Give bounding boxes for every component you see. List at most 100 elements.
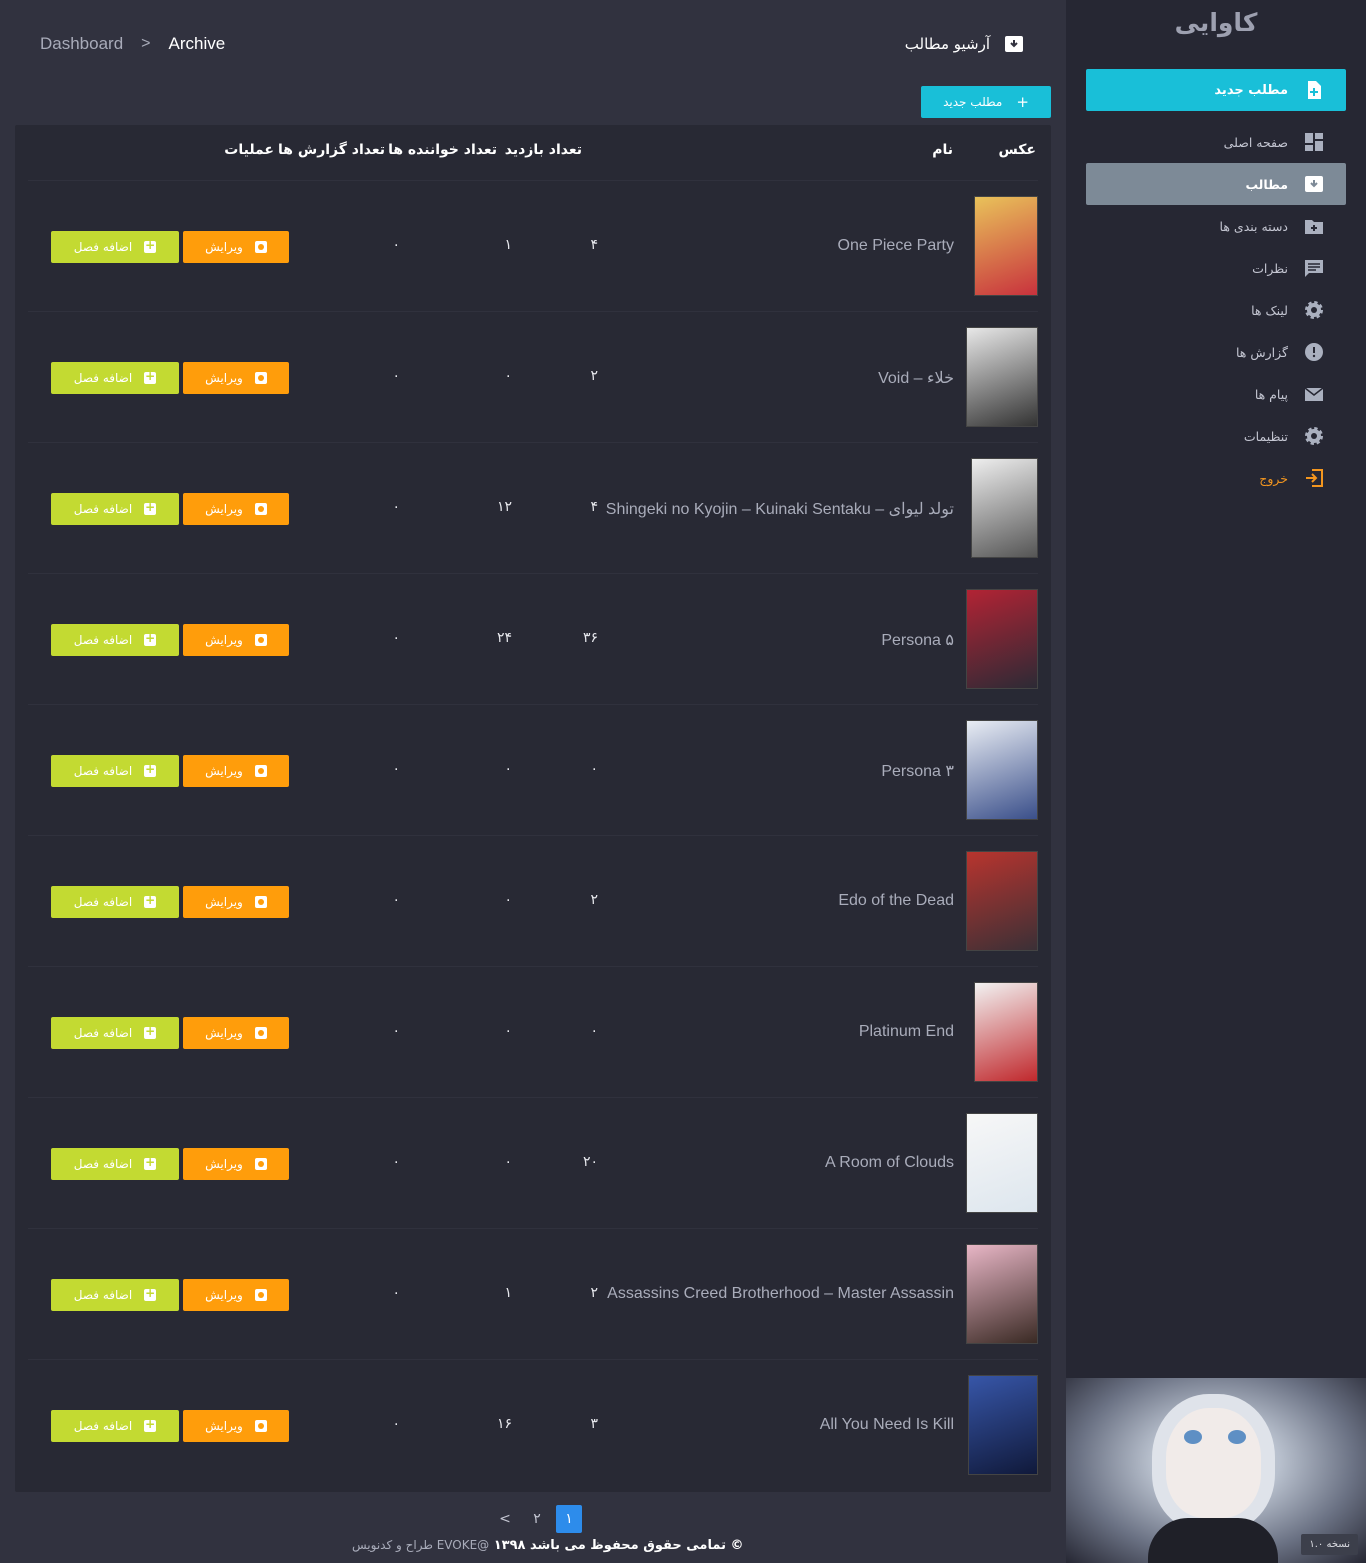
post-name[interactable]: Platinum End bbox=[859, 1023, 954, 1041]
pagination-page-2[interactable]: ۲ bbox=[524, 1505, 550, 1533]
sidebar-item-label: پیام ها bbox=[1254, 386, 1288, 402]
add-chapter-button[interactable]: اضافه فصل bbox=[51, 886, 179, 918]
add-chapter-button[interactable]: اضافه فصل bbox=[51, 624, 179, 656]
edit-button[interactable]: ویرایش bbox=[183, 1279, 289, 1311]
plus-box-icon bbox=[144, 893, 157, 908]
add-chapter-label: اضافه فصل bbox=[73, 502, 133, 516]
gear-icon bbox=[1305, 301, 1323, 319]
sidebar-item-home[interactable]: صفحه اصلی bbox=[1086, 121, 1346, 163]
sidebar-item-links[interactable]: لینک ها bbox=[1086, 289, 1346, 331]
views-count: ۴ bbox=[590, 237, 598, 253]
views-count: ۲ bbox=[590, 1285, 598, 1301]
edit-button[interactable]: ویرایش bbox=[183, 886, 289, 918]
post-name[interactable]: Shingeki no Kyojin – Kuinaki Sentaku – ت… bbox=[606, 499, 954, 519]
readers-count: ۰ bbox=[504, 1023, 512, 1039]
sidebar-item-label: صفحه اصلی bbox=[1223, 134, 1288, 150]
breadcrumb-dashboard-link[interactable]: Dashboard bbox=[40, 34, 123, 54]
sidebar-item-reports[interactable]: گزارش ها bbox=[1086, 331, 1346, 373]
illustration-body bbox=[1148, 1518, 1278, 1563]
post-name[interactable]: Assassins Creed Brotherhood – Master Ass… bbox=[607, 1285, 954, 1303]
add-chapter-button[interactable]: اضافه فصل bbox=[51, 755, 179, 787]
post-name[interactable]: Edo of the Dead bbox=[838, 892, 954, 910]
edit-button[interactable]: ویرایش bbox=[183, 362, 289, 394]
sidebar-item-settings[interactable]: تنظیمات bbox=[1086, 415, 1346, 457]
views-count: ۳۶ bbox=[582, 630, 598, 646]
add-chapter-button[interactable]: اضافه فصل bbox=[51, 493, 179, 525]
illustration-face bbox=[1166, 1408, 1261, 1518]
edit-button[interactable]: ویرایش bbox=[183, 493, 289, 525]
table-row: Persona ۵ ۳۶ ۲۴ ۰ ویرایش اضافه فصل bbox=[28, 573, 1038, 704]
edit-button-label: ویرایش bbox=[205, 1288, 243, 1302]
gear-icon bbox=[254, 1158, 267, 1170]
plus-box-icon bbox=[144, 1155, 157, 1170]
add-chapter-button[interactable]: اضافه فصل bbox=[51, 1279, 179, 1311]
add-chapter-label: اضافه فصل bbox=[73, 240, 133, 254]
cover-image bbox=[966, 327, 1038, 427]
pagination-next-button[interactable]: < bbox=[492, 1505, 518, 1533]
edit-button[interactable]: ویرایش bbox=[183, 624, 289, 656]
page-title-text: آرشیو مطالب bbox=[904, 35, 990, 53]
post-name[interactable]: Persona ۵ bbox=[881, 630, 954, 650]
add-chapter-label: اضافه فصل bbox=[73, 1157, 133, 1171]
gear-icon bbox=[254, 503, 267, 515]
sidebar-new-post-button[interactable]: مطلب جدید bbox=[1086, 69, 1346, 111]
sidebar-menu: صفحه اصلی مطالب دسته بندی ها نظرات لینک … bbox=[1086, 121, 1346, 499]
add-chapter-button[interactable]: اضافه فصل bbox=[51, 231, 179, 263]
footer-credit[interactable]: طراح و کدنویس EVOKE@ bbox=[352, 1538, 489, 1552]
table-row: One Piece Party ۴ ۱ ۰ ویرایش اضافه فصل bbox=[28, 180, 1038, 311]
add-chapter-label: اضافه فصل bbox=[73, 764, 133, 778]
add-chapter-button[interactable]: اضافه فصل bbox=[51, 1148, 179, 1180]
post-name[interactable]: One Piece Party bbox=[838, 237, 955, 255]
edit-button[interactable]: ویرایش bbox=[183, 1148, 289, 1180]
reports-count: ۰ bbox=[392, 892, 400, 908]
readers-count: ۱ bbox=[504, 237, 512, 253]
logout-icon bbox=[1306, 469, 1323, 487]
cover-image bbox=[966, 1113, 1038, 1213]
post-name[interactable]: All You Need Is Kill bbox=[820, 1416, 954, 1434]
reports-count: ۰ bbox=[392, 499, 400, 515]
brand-logo: کاوایی bbox=[1174, 8, 1258, 37]
sidebar-item-categories[interactable]: دسته بندی ها bbox=[1086, 205, 1346, 247]
plus-box-icon bbox=[144, 369, 157, 384]
table-row: A Room of Clouds ۲۰ ۰ ۰ ویرایش اضافه فصل bbox=[28, 1097, 1038, 1228]
views-count: ۲ bbox=[590, 368, 598, 384]
plus-box-icon bbox=[144, 631, 157, 646]
gear-icon bbox=[254, 1027, 267, 1039]
page-title: آرشیو مطالب bbox=[905, 34, 1024, 54]
table-header: عکس نام تعداد بازدید تعداد خواننده ها تع… bbox=[15, 125, 1051, 180]
add-chapter-label: اضافه فصل bbox=[73, 895, 133, 909]
add-chapter-button[interactable]: اضافه فصل bbox=[51, 1017, 179, 1049]
reports-count: ۰ bbox=[392, 1416, 400, 1432]
new-post-label: مطلب جدید bbox=[1214, 82, 1288, 98]
sidebar-item-comments[interactable]: نظرات bbox=[1086, 247, 1346, 289]
comment-icon bbox=[1305, 260, 1323, 277]
sidebar-item-posts[interactable]: مطالب bbox=[1086, 163, 1346, 205]
new-post-button[interactable]: مطلب جدید + bbox=[921, 86, 1051, 118]
edit-button[interactable]: ویرایش bbox=[183, 1017, 289, 1049]
header-readers: تعداد خواننده ها bbox=[388, 142, 497, 158]
archive-icon bbox=[1005, 36, 1023, 52]
add-chapter-button[interactable]: اضافه فصل bbox=[51, 1410, 179, 1442]
edit-button[interactable]: ویرایش bbox=[183, 1410, 289, 1442]
sidebar: کاوایی مطلب جدید صفحه اصلی مطالب دسته بن… bbox=[1066, 0, 1366, 1563]
post-name[interactable]: A Room of Clouds bbox=[825, 1154, 954, 1172]
add-chapter-button[interactable]: اضافه فصل bbox=[51, 362, 179, 394]
cover-image bbox=[974, 982, 1038, 1082]
cover-image bbox=[971, 458, 1038, 558]
header-name: نام bbox=[932, 142, 953, 158]
sidebar-item-label: تنظیمات bbox=[1243, 428, 1288, 444]
sidebar-item-logout[interactable]: خروج bbox=[1086, 457, 1346, 499]
pagination-page-1[interactable]: ۱ bbox=[556, 1505, 582, 1533]
edit-button[interactable]: ویرایش bbox=[183, 231, 289, 263]
post-name[interactable]: Void – خلاء bbox=[878, 368, 954, 388]
sidebar-item-messages[interactable]: پیام ها bbox=[1086, 373, 1346, 415]
sidebar-illustration: نسخه ۱.۰ bbox=[1066, 1378, 1366, 1563]
gear-icon bbox=[254, 634, 267, 646]
post-name[interactable]: Persona ۳ bbox=[881, 761, 954, 781]
mail-icon bbox=[1304, 387, 1324, 401]
cover-image bbox=[974, 196, 1038, 296]
edit-button[interactable]: ویرایش bbox=[183, 755, 289, 787]
cover-image bbox=[966, 1244, 1038, 1344]
table-row: Assassins Creed Brotherhood – Master Ass… bbox=[28, 1228, 1038, 1359]
header-reports: تعداد گزارش ها bbox=[278, 142, 385, 158]
